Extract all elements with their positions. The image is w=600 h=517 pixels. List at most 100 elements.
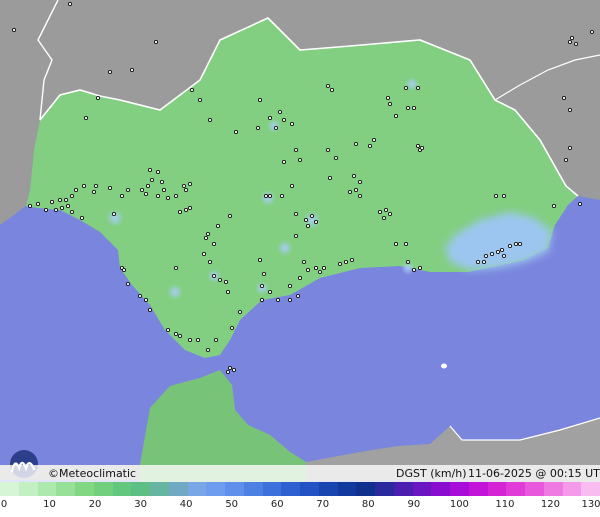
station-marker[interactable] (231, 367, 237, 373)
station-marker[interactable] (357, 193, 363, 199)
station-marker[interactable] (211, 273, 217, 279)
station-marker[interactable] (173, 193, 179, 199)
station-marker[interactable] (203, 235, 209, 241)
station-marker[interactable] (227, 365, 233, 371)
station-marker[interactable] (153, 39, 159, 45)
station-marker[interactable] (371, 137, 377, 143)
station-marker[interactable] (197, 97, 203, 103)
station-marker[interactable] (207, 117, 213, 123)
station-marker[interactable] (405, 259, 411, 265)
station-marker[interactable] (305, 267, 311, 273)
station-marker[interactable] (267, 289, 273, 295)
station-marker[interactable] (287, 283, 293, 289)
station-marker[interactable] (289, 121, 295, 127)
station-marker[interactable] (111, 211, 117, 217)
station-marker[interactable] (343, 259, 349, 265)
station-marker[interactable] (83, 115, 89, 121)
station-marker[interactable] (137, 293, 143, 299)
station-marker[interactable] (405, 105, 411, 111)
station-marker[interactable] (353, 187, 359, 193)
station-marker[interactable] (493, 193, 499, 199)
station-marker[interactable] (325, 83, 331, 89)
station-marker[interactable] (57, 197, 63, 203)
station-marker[interactable] (143, 297, 149, 303)
station-marker[interactable] (293, 147, 299, 153)
station-marker[interactable] (263, 193, 269, 199)
station-marker[interactable] (403, 85, 409, 91)
station-marker[interactable] (257, 257, 263, 263)
station-marker[interactable] (147, 167, 153, 173)
station-marker[interactable] (381, 215, 387, 221)
station-marker[interactable] (183, 207, 189, 213)
station-marker[interactable] (329, 87, 335, 93)
station-marker[interactable] (483, 253, 489, 259)
station-marker[interactable] (325, 147, 331, 153)
station-marker[interactable] (129, 67, 135, 73)
station-marker[interactable] (27, 203, 33, 209)
station-marker[interactable] (313, 219, 319, 225)
station-marker[interactable] (567, 145, 573, 151)
station-marker[interactable] (517, 241, 523, 247)
station-marker[interactable] (385, 95, 391, 101)
station-marker[interactable] (183, 187, 189, 193)
station-marker[interactable] (207, 259, 213, 265)
station-marker[interactable] (213, 337, 219, 343)
station-marker[interactable] (293, 233, 299, 239)
station-marker[interactable] (577, 201, 583, 207)
station-marker[interactable] (281, 117, 287, 123)
station-marker[interactable] (353, 141, 359, 147)
station-marker[interactable] (91, 189, 97, 195)
station-marker[interactable] (333, 155, 339, 161)
station-marker[interactable] (95, 95, 101, 101)
station-marker[interactable] (347, 189, 353, 195)
station-marker[interactable] (177, 209, 183, 215)
station-marker[interactable] (377, 209, 383, 215)
station-marker[interactable] (189, 87, 195, 93)
station-marker[interactable] (69, 209, 75, 215)
station-marker[interactable] (567, 107, 573, 113)
station-marker[interactable] (337, 261, 343, 267)
station-marker[interactable] (205, 347, 211, 353)
station-marker[interactable] (155, 193, 161, 199)
station-marker[interactable] (205, 231, 211, 237)
station-marker[interactable] (69, 193, 75, 199)
station-marker[interactable] (387, 101, 393, 107)
station-marker[interactable] (551, 203, 557, 209)
station-marker[interactable] (475, 259, 481, 265)
station-marker[interactable] (149, 177, 155, 183)
station-marker[interactable] (233, 129, 239, 135)
station-marker[interactable] (53, 207, 59, 213)
station-marker[interactable] (383, 207, 389, 213)
station-marker[interactable] (237, 309, 243, 315)
station-marker[interactable] (139, 187, 145, 193)
station-marker[interactable] (119, 193, 125, 199)
station-marker[interactable] (303, 217, 309, 223)
station-marker[interactable] (73, 187, 79, 193)
station-marker[interactable] (173, 265, 179, 271)
station-marker[interactable] (223, 279, 229, 285)
station-marker[interactable] (417, 265, 423, 271)
station-marker[interactable] (195, 337, 201, 343)
station-marker[interactable] (211, 241, 217, 247)
station-marker[interactable] (297, 157, 303, 163)
station-marker[interactable] (293, 211, 299, 217)
station-marker[interactable] (165, 195, 171, 201)
station-marker[interactable] (349, 257, 355, 263)
station-marker[interactable] (227, 213, 233, 219)
station-marker[interactable] (305, 223, 311, 229)
station-marker[interactable] (275, 297, 281, 303)
station-marker[interactable] (229, 325, 235, 331)
station-marker[interactable] (301, 259, 307, 265)
station-marker[interactable] (259, 297, 265, 303)
station-marker[interactable] (257, 97, 263, 103)
station-marker[interactable] (267, 193, 273, 199)
station-marker[interactable] (143, 191, 149, 197)
station-marker[interactable] (145, 183, 151, 189)
station-marker[interactable] (573, 41, 579, 47)
station-marker[interactable] (279, 193, 285, 199)
station-marker[interactable] (177, 333, 183, 339)
station-marker[interactable] (63, 197, 69, 203)
station-marker[interactable] (93, 183, 99, 189)
station-marker[interactable] (201, 251, 207, 257)
station-marker[interactable] (81, 183, 87, 189)
